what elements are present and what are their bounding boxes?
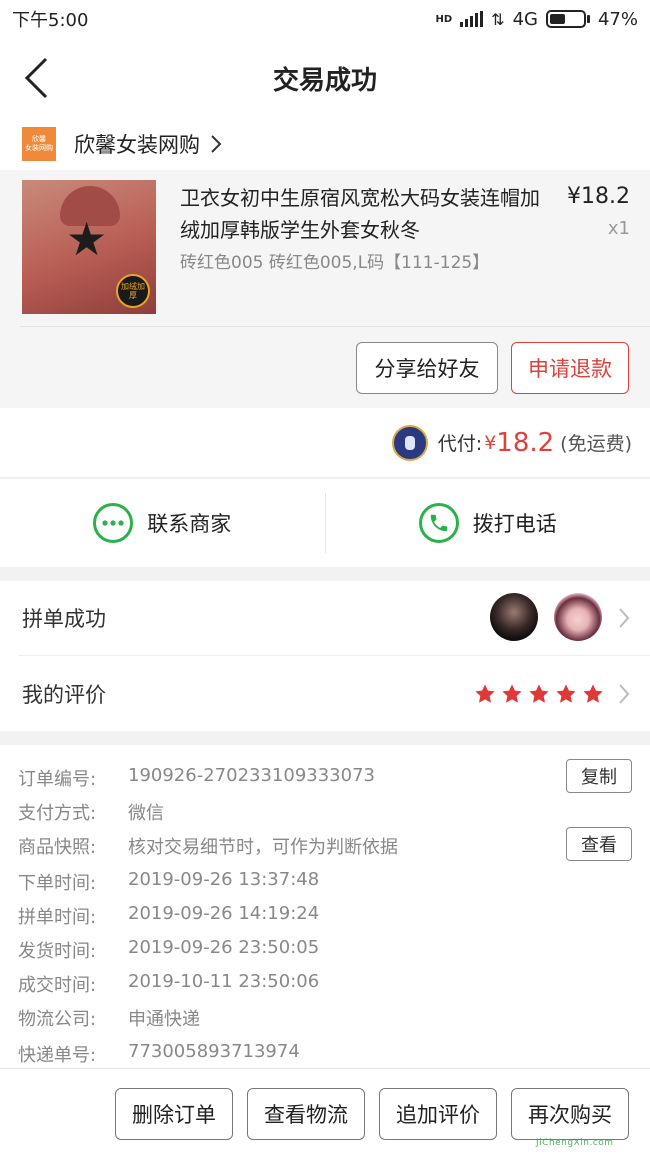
call-label: 拨打电话: [472, 512, 557, 536]
shop-name[interactable]: 欣馨女装网购: [74, 129, 200, 159]
order-time-value: 2019-09-26 13:37:48: [128, 869, 320, 890]
star-print-icon: ★: [66, 212, 108, 266]
page-title: 交易成功: [272, 65, 377, 96]
product-spec: 砖红色005 砖红色005,L码【111-125】: [180, 253, 490, 273]
snapshot-key: 商品快照:: [18, 837, 97, 858]
network-type: 4G: [512, 8, 538, 30]
data-transfer-icon: ⇅: [491, 9, 505, 29]
star-icon: [583, 684, 603, 703]
star-icon: [556, 684, 576, 703]
product-quantity: x1: [607, 218, 630, 239]
ship-time-value: 2019-09-26 23:50:05: [128, 937, 320, 958]
payment-label: 代付:: [437, 433, 483, 455]
deal-time-key: 成交时间:: [18, 975, 97, 996]
deal-time-row: 成交时间: 2019-10-11 23:50:06: [18, 971, 319, 997]
group-time-key: 拼单时间:: [18, 907, 97, 928]
pay-method-key: 支付方式:: [18, 803, 97, 824]
delete-order-button[interactable]: 删除订单: [115, 1088, 233, 1140]
contact-merchant-button[interactable]: 联系商家: [0, 479, 325, 567]
order-time-key: 下单时间:: [18, 873, 97, 894]
payer-avatar: [391, 424, 428, 461]
chevron-right-icon: [211, 135, 222, 153]
pay-method-value: 微信: [128, 803, 164, 824]
product-title[interactable]: 卫衣女初中生原宿风宽松大码女装连帽加绒加厚韩版学生外套女秋冬: [180, 182, 550, 246]
star-icon: [502, 684, 522, 703]
product-card: ★ 加绒加厚 卫衣女初中生原宿风宽松大码女装连帽加绒加厚韩版学生外套女秋冬 砖红…: [0, 170, 650, 408]
order-time-row: 下单时间: 2019-09-26 13:37:48: [18, 869, 319, 895]
group-review-section: 拼单成功 我的评价: [0, 581, 650, 731]
chat-icon: [93, 503, 134, 543]
deal-time-value: 2019-10-11 23:50:06: [128, 971, 320, 992]
view-snapshot-button[interactable]: 查看: [566, 827, 632, 861]
payment-currency: ¥: [484, 431, 497, 454]
product-price: ¥18.2: [567, 184, 630, 209]
chevron-right-icon: [619, 684, 630, 704]
back-arrow-icon[interactable]: [22, 56, 52, 100]
tracking-value: 773005893713974: [128, 1041, 300, 1062]
pay-method-row: 支付方式: 微信: [18, 799, 164, 825]
status-time: 下午5:00: [12, 10, 89, 31]
shop-logo-text-1: 欣馨: [32, 135, 46, 143]
my-review-row[interactable]: 我的评价: [0, 657, 650, 731]
tracking-key: 快递单号:: [18, 1045, 97, 1066]
view-logistics-button[interactable]: 查看物流: [247, 1088, 365, 1140]
add-review-button[interactable]: 追加评价: [379, 1088, 497, 1140]
logistics-row: 物流公司: 申通快递: [18, 1005, 200, 1031]
shop-row[interactable]: 欣馨 女装网购 欣馨女装网购: [0, 118, 650, 170]
shop-logo-text-2: 女装网购: [25, 144, 53, 152]
chevron-right-icon: [619, 608, 630, 628]
nav-bar: 交易成功: [0, 38, 650, 118]
star-icon: [529, 684, 549, 703]
order-number-key: 订单编号:: [18, 769, 97, 790]
star-icon: [475, 684, 495, 703]
logistics-value: 申通快递: [128, 1009, 200, 1030]
hd-indicator: HD: [435, 13, 453, 25]
call-button[interactable]: 拨打电话: [326, 479, 650, 567]
order-details: 订单编号: 190926-270233109333073 复制 支付方式: 微信…: [0, 745, 650, 1070]
avatar: [490, 593, 538, 641]
ship-time-key: 发货时间:: [18, 941, 97, 962]
share-button[interactable]: 分享给好友: [356, 342, 498, 394]
payment-summary: 代付: ¥ 18.2 (免运费): [0, 408, 650, 478]
group-time-row: 拼单时间: 2019-09-26 14:19:24: [18, 903, 319, 929]
product-thumbnail[interactable]: ★ 加绒加厚: [22, 180, 156, 314]
rating-stars: [474, 683, 604, 705]
watermark-text: JiChengXin.com: [536, 1138, 614, 1148]
order-number-row: 订单编号: 190926-270233109333073: [18, 765, 375, 791]
phone-icon: [418, 503, 459, 543]
payment-amount: 18.2: [496, 427, 555, 458]
refund-button[interactable]: 申请退款: [511, 342, 629, 394]
contact-merchant-label: 联系商家: [147, 512, 232, 536]
shipping-note: (免运费): [560, 433, 632, 455]
group-success-label: 拼单成功: [22, 607, 106, 631]
battery-percent: 47%: [597, 8, 638, 30]
divider: [20, 326, 650, 327]
copy-button[interactable]: 复制: [566, 759, 632, 793]
product-badge: 加绒加厚: [116, 274, 150, 308]
contact-bar: 联系商家 拨打电话: [0, 479, 650, 567]
battery-icon: [545, 10, 590, 28]
order-number-value: 190926-270233109333073: [128, 765, 375, 786]
avatar: [554, 593, 602, 641]
status-bar: 下午5:00 HD ⇅ 4G 47%: [0, 0, 650, 38]
ship-time-row: 发货时间: 2019-09-26 23:50:05: [18, 937, 319, 963]
logistics-key: 物流公司:: [18, 1009, 97, 1030]
group-success-row[interactable]: 拼单成功: [0, 581, 650, 655]
divider: [18, 655, 650, 656]
status-icons: HD ⇅ 4G 47%: [436, 9, 639, 30]
tracking-row: 快递单号: 773005893713974: [18, 1041, 300, 1067]
snapshot-row: 商品快照: 核对交易细节时，可作为判断依据: [18, 833, 398, 859]
my-review-label: 我的评价: [22, 683, 106, 707]
signal-icon: [460, 11, 484, 27]
group-member-avatars: [490, 593, 602, 641]
snapshot-value: 核对交易细节时，可作为判断依据: [128, 837, 398, 858]
shop-logo: 欣馨 女装网购: [22, 127, 56, 161]
group-time-value: 2019-09-26 14:19:24: [128, 903, 320, 924]
watermark: JiChengXin.com: [528, 1104, 646, 1152]
